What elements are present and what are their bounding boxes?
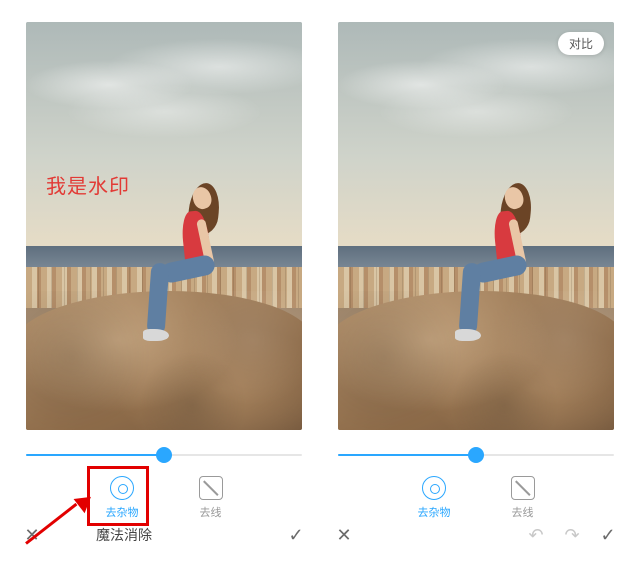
circle-target-icon: [422, 476, 446, 500]
photo-preview[interactable]: 对比: [338, 22, 614, 430]
slider-thumb[interactable]: [468, 447, 484, 463]
tool-label: 去杂物: [418, 504, 451, 520]
redo-icon[interactable]: ↷: [554, 526, 590, 544]
confirm-icon[interactable]: ✓: [278, 526, 314, 544]
comparison-stage: 我是水印 去杂物 去线 ✕ 魔法消除 ✓: [0, 0, 640, 565]
editor-panel-before: 我是水印 去杂物 去线 ✕ 魔法消除 ✓: [14, 14, 314, 551]
bottom-bar: ✕ ↶ ↷ ✓: [326, 519, 626, 551]
feature-title: 魔法消除: [96, 525, 152, 545]
tool-row: 去杂物 去线: [14, 470, 314, 526]
tool-remove-line[interactable]: 去线: [511, 476, 535, 520]
tool-remove-object[interactable]: 去杂物: [418, 476, 451, 520]
photo-preview[interactable]: 我是水印: [26, 22, 302, 430]
slash-box-icon: [199, 476, 223, 500]
bottom-bar: ✕ 魔法消除 ✓: [14, 519, 314, 551]
compare-button[interactable]: 对比: [558, 32, 604, 55]
watermark-text: 我是水印: [46, 170, 130, 199]
slider-fill: [26, 454, 164, 456]
tool-row: 去杂物 去线: [326, 470, 626, 526]
tool-remove-line[interactable]: 去线: [199, 476, 223, 520]
slider-fill: [338, 454, 476, 456]
brush-size-slider[interactable]: [338, 444, 614, 466]
close-icon[interactable]: ✕: [326, 526, 362, 544]
close-icon[interactable]: ✕: [14, 526, 50, 544]
tool-label: 去线: [512, 504, 534, 520]
undo-icon[interactable]: ↶: [518, 526, 554, 544]
annotation-highlight-box: [87, 466, 149, 526]
slider-thumb[interactable]: [156, 447, 172, 463]
tool-label: 去线: [200, 504, 222, 520]
slash-box-icon: [511, 476, 535, 500]
confirm-icon[interactable]: ✓: [590, 526, 626, 544]
photo-subject: [153, 177, 243, 367]
brush-size-slider[interactable]: [26, 444, 302, 466]
editor-panel-after: 对比 去杂物 去线 ✕ ↶ ↷ ✓: [326, 14, 626, 551]
photo-subject: [465, 177, 555, 367]
